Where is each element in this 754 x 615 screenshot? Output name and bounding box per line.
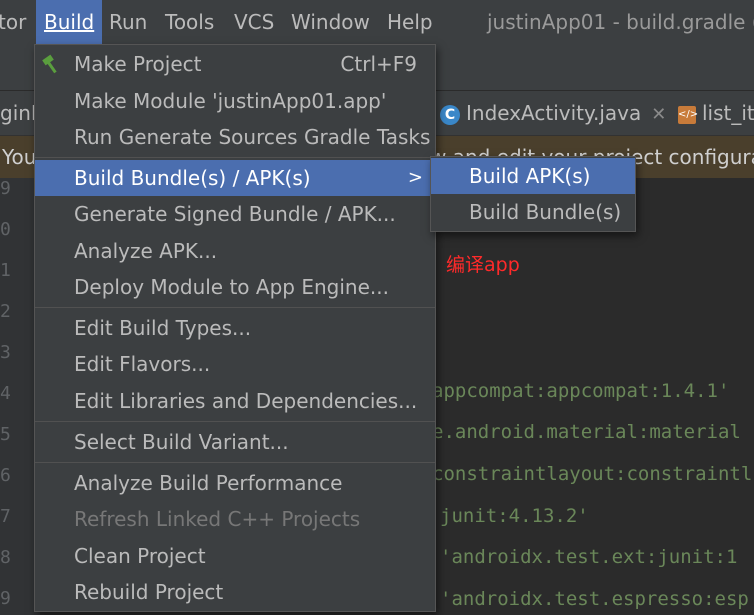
menu-item-build-bundle-apk[interactable]: Build Bundle(s) / APK(s) >	[35, 160, 435, 196]
menu-build[interactable]: Build	[36, 0, 103, 44]
line-number: 3	[0, 342, 11, 363]
menu-separator	[35, 307, 435, 308]
tab-index-activity[interactable]: C IndexActivity.java ✕	[440, 91, 666, 135]
line-number: 9	[0, 588, 11, 609]
menu-tools-label: Tools	[165, 10, 215, 34]
menu-help[interactable]: Help	[379, 0, 441, 44]
line-number: 8	[0, 547, 11, 568]
menu-item-deploy-module[interactable]: Deploy Module to App Engine...	[35, 269, 435, 305]
menu-item-clean-project[interactable]: Clean Project	[35, 538, 435, 574]
menu-item-make-project[interactable]: Make Project Ctrl+F9	[35, 46, 435, 82]
menu-item-label: Make Project	[74, 52, 202, 76]
menu-item-label: Analyze Build Performance	[74, 471, 343, 495]
menu-item-label: Rebuild Project	[74, 580, 224, 604]
code-line[interactable]: 'androidx.test.espresso:esp	[440, 588, 749, 610]
menu-item-label: Edit Build Types...	[74, 316, 252, 340]
xml-file-icon: </>	[678, 105, 698, 124]
class-icon: C	[440, 104, 460, 125]
submenu-item-build-apk[interactable]: Build APK(s)	[431, 158, 635, 194]
submenu-item-build-bundle[interactable]: Build Bundle(s)	[431, 194, 635, 230]
menu-help-label: Help	[387, 10, 433, 34]
menu-item-label: Refresh Linked C++ Projects	[74, 507, 361, 531]
submenu-item-label: Build APK(s)	[469, 164, 591, 188]
tab-index-activity-label: IndexActivity.java	[466, 101, 642, 125]
code-line[interactable]: 'androidx.test.ext:junit:1	[440, 546, 737, 568]
banner-text-left: You	[2, 145, 37, 169]
menu-item-label: Deploy Module to App Engine...	[74, 275, 389, 299]
menu-item-label: Analyze APK...	[74, 239, 218, 263]
line-number: 4	[0, 383, 11, 404]
menu-item-analyze-build-performance[interactable]: Analyze Build Performance	[35, 465, 435, 501]
code-line[interactable]: e.android.material:material	[432, 421, 741, 443]
line-number: 5	[0, 424, 11, 445]
menu-item-shortcut: Ctrl+F9	[340, 52, 417, 76]
menu-separator	[35, 421, 435, 422]
menu-window-label: Window	[291, 10, 370, 34]
menu-item-edit-flavors[interactable]: Edit Flavors...	[35, 346, 435, 382]
menu-tools[interactable]: Tools	[157, 0, 222, 44]
menu-item-label: Select Build Variant...	[74, 430, 289, 454]
menu-item-rebuild-project[interactable]: Rebuild Project	[35, 574, 435, 610]
menu-item-edit-build-types[interactable]: Edit Build Types...	[35, 310, 435, 346]
window-title: justinApp01 - build.gradle (:	[487, 10, 754, 34]
menu-item-label: Clean Project	[74, 544, 206, 568]
menu-item-run-generate-sources[interactable]: Run Generate Sources Gradle Tasks	[35, 119, 435, 155]
line-number: 1	[0, 260, 11, 281]
line-number: 2	[0, 301, 11, 322]
menu-editor[interactable]: tor	[0, 0, 34, 44]
menu-vcs-label: VCS	[234, 10, 275, 34]
menu-item-edit-libraries[interactable]: Edit Libraries and Dependencies...	[35, 383, 435, 419]
menu-item-label: Build Bundle(s) / APK(s)	[74, 166, 311, 190]
build-menu: Make Project Ctrl+F9 Make Module 'justin…	[34, 44, 436, 612]
chevron-right-icon: >	[407, 167, 423, 188]
menu-run[interactable]: Run	[101, 0, 155, 44]
menu-item-label: Edit Libraries and Dependencies...	[74, 389, 418, 413]
line-number: 9	[0, 178, 11, 199]
build-bundle-apk-submenu: Build APK(s) Build Bundle(s)	[430, 156, 636, 232]
tab-list-item-label: list_it	[702, 101, 754, 125]
hammer-icon	[42, 54, 57, 74]
menu-vcs[interactable]: VCS	[226, 0, 282, 44]
menu-item-make-module[interactable]: Make Module 'justinApp01.app'	[35, 83, 435, 119]
menu-run-label: Run	[109, 10, 148, 34]
menu-window[interactable]: Window	[283, 0, 378, 44]
menu-bar: tor Build Run Tools VCS Window Help just…	[0, 0, 754, 44]
menu-editor-label: tor	[0, 10, 27, 34]
code-line[interactable]: junit:4.13.2'	[440, 505, 589, 527]
menu-item-label: Edit Flavors...	[74, 352, 211, 376]
menu-separator	[35, 157, 435, 158]
menu-item-label: Run Generate Sources Gradle Tasks	[74, 125, 431, 149]
menu-item-label: Make Module 'justinApp01.app'	[74, 89, 387, 113]
menu-item-generate-signed[interactable]: Generate Signed Bundle / APK...	[35, 196, 435, 232]
line-number: 6	[0, 465, 11, 486]
code-line[interactable]: constraintlayout:constraintl	[432, 463, 752, 485]
menu-build-label: Build	[44, 10, 95, 34]
code-line[interactable]: appcompat:appcompat:1.4.1'	[432, 380, 729, 402]
annotation-text: 编译app	[446, 254, 520, 276]
tab-list-item[interactable]: </> list_it	[678, 91, 754, 135]
menu-item-refresh-cpp: Refresh Linked C++ Projects	[35, 501, 435, 537]
close-icon[interactable]: ✕	[651, 104, 666, 125]
menu-separator	[35, 462, 435, 463]
submenu-item-label: Build Bundle(s)	[469, 200, 622, 224]
menu-item-select-build-variant[interactable]: Select Build Variant...	[35, 424, 435, 460]
line-number: 0	[0, 219, 11, 240]
menu-item-label: Generate Signed Bundle / APK...	[74, 202, 396, 226]
menu-item-analyze-apk[interactable]: Analyze APK...	[35, 233, 435, 269]
line-number: 7	[0, 506, 11, 527]
